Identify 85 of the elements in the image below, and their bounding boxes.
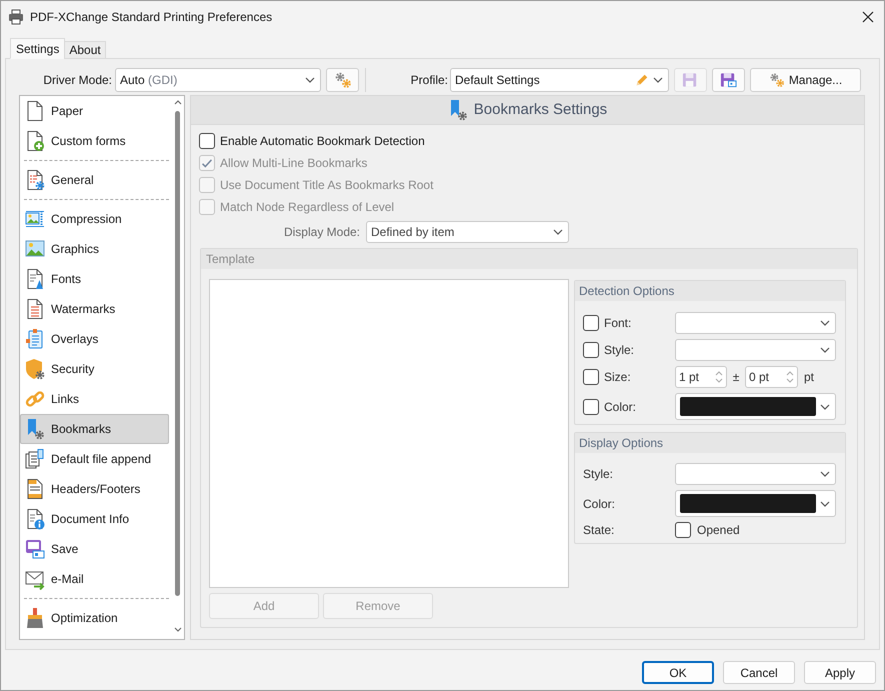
- sidebar-item[interactable]: General: [20, 165, 169, 195]
- tab[interactable]: About: [64, 41, 106, 59]
- sidebar-item[interactable]: Custom forms: [20, 126, 169, 156]
- manage-button[interactable]: Manage...: [750, 68, 861, 92]
- display-mode-dropdown[interactable]: Defined by item: [366, 221, 569, 243]
- sidebar-item[interactable]: Compression: [20, 204, 169, 234]
- gears-icon: [334, 71, 352, 89]
- caret-icon: [553, 229, 563, 235]
- printer-icon: [8, 8, 24, 24]
- close-icon[interactable]: [862, 10, 874, 22]
- panel-title: Bookmarks Settings: [474, 100, 608, 120]
- field-label: Size:: [604, 369, 631, 386]
- gears-icon: [768, 72, 785, 88]
- sidebar-item[interactable]: Bookmarks: [20, 414, 169, 444]
- checkbox-label: Opened: [697, 522, 740, 539]
- checkmark-icon: [202, 158, 212, 168]
- sidebar-item[interactable]: Fonts: [20, 264, 169, 294]
- sidebar-item[interactable]: Overlays: [20, 324, 169, 354]
- page-plus-icon: [25, 130, 45, 152]
- clipboard-icon: [25, 328, 45, 350]
- plus-minus-sign: ±: [732, 369, 740, 386]
- window-title: PDF-XChange Standard Printing Preferences: [30, 8, 272, 26]
- pages-stack-icon: [25, 448, 45, 470]
- field-label: State:: [583, 522, 614, 539]
- sidebar-item[interactable]: Headers/Footers: [20, 474, 169, 504]
- page-header-icon: [25, 478, 45, 500]
- caret-icon: [820, 347, 830, 353]
- checkbox-label: Match Node Regardless of Level: [220, 199, 394, 216]
- group-title: Template: [206, 251, 255, 268]
- sidebar-item[interactable]: Security: [20, 354, 169, 384]
- driver-mode-dropdown[interactable]: Auto (GDI): [115, 68, 321, 92]
- screen-icon: [25, 538, 45, 560]
- unit-label: pt: [804, 369, 814, 386]
- brush-icon: [25, 607, 45, 629]
- save-as-icon: [720, 72, 737, 88]
- chevron-down-icon[interactable]: [174, 627, 182, 633]
- sidebar-item[interactable]: e-Mail: [20, 564, 169, 594]
- tab[interactable]: Settings: [10, 38, 66, 59]
- sidebar-item[interactable]: Watermarks: [20, 294, 169, 324]
- page-gear-icon: [25, 169, 45, 191]
- field-label: Display Mode:: [284, 224, 360, 241]
- sidebar-item[interactable]: Default file append: [20, 444, 169, 474]
- sidebar-item[interactable]: Links: [20, 384, 169, 414]
- profile-dropdown[interactable]: Default Settings: [450, 68, 669, 92]
- driver-settings-button[interactable]: [326, 68, 359, 92]
- caret-icon: [820, 404, 830, 410]
- checkbox-label: Allow Multi-Line Bookmarks: [220, 155, 368, 172]
- checkbox-label: Use Document Title As Bookmarks Root: [220, 177, 434, 194]
- caret-icon: [820, 320, 830, 326]
- caret-icon: [820, 471, 830, 477]
- bookmark-gear-icon: [25, 418, 45, 440]
- sidebar-item[interactable]: Save: [20, 534, 169, 564]
- caret-icon: [820, 500, 830, 506]
- field-label: Driver Mode:: [43, 72, 112, 89]
- shield-gear-icon: [25, 358, 45, 380]
- caret-icon: [305, 77, 315, 83]
- save-button[interactable]: [712, 68, 745, 92]
- scrollbar-thumb[interactable]: [175, 111, 180, 596]
- field-label: Color:: [604, 398, 636, 416]
- checkbox-label: Enable Automatic Bookmark Detection: [220, 133, 425, 150]
- caret-icon: [653, 77, 663, 83]
- color-picker[interactable]: [675, 393, 836, 420]
- dialog-button[interactable]: Cancel: [723, 661, 795, 684]
- color-picker[interactable]: [675, 490, 836, 517]
- chevron-up-icon[interactable]: [174, 99, 182, 105]
- group-title: Detection Options: [579, 283, 674, 300]
- sidebar-item[interactable]: Document Info: [20, 504, 169, 534]
- checkbox[interactable]: [199, 133, 215, 149]
- page-info-icon: [25, 508, 45, 530]
- field-label: Style:: [604, 342, 634, 359]
- dialog-button[interactable]: OK: [642, 661, 714, 684]
- sidebar-item[interactable]: Graphics: [20, 234, 169, 264]
- sidebar-item[interactable]: Optimization: [20, 603, 169, 633]
- field-label: Profile:: [410, 72, 448, 89]
- field-label: Style:: [583, 466, 614, 483]
- sidebar-item[interactable]: Paper: [20, 96, 169, 126]
- page-stripes-icon: [25, 298, 45, 320]
- save-icon: [682, 72, 699, 88]
- page-text-icon: [25, 268, 45, 290]
- image-frame-icon: [25, 208, 45, 230]
- group-title: Display Options: [579, 435, 664, 452]
- dialog-button[interactable]: Apply: [804, 661, 876, 684]
- field-label: Font:: [604, 315, 632, 332]
- field-label: Color:: [583, 496, 616, 512]
- page-icon: [25, 100, 45, 122]
